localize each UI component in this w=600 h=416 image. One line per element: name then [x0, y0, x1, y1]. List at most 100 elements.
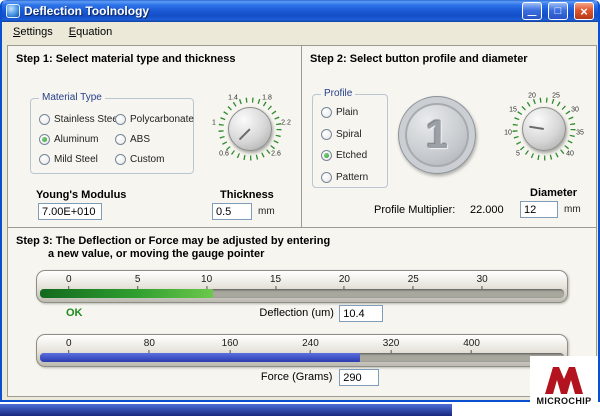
profile-multiplier-label: Profile Multiplier:: [374, 204, 455, 216]
minimize-button[interactable]: —: [522, 2, 542, 20]
force-fill[interactable]: [40, 353, 360, 362]
step3-panel: Step 3: The Deflection or Force may be a…: [7, 227, 597, 397]
thickness-input[interactable]: [212, 203, 252, 220]
knob-scale-label: 25: [552, 93, 560, 100]
profile-title: Profile: [321, 88, 355, 99]
material-option-abs[interactable]: ABS: [115, 134, 191, 145]
app-icon: [6, 4, 20, 18]
menu-settings[interactable]: Settings: [5, 24, 61, 40]
taskbar-sliver[interactable]: [0, 404, 452, 416]
knob-scale-label: 1.4: [228, 95, 238, 102]
profile-option-label: Etched: [336, 150, 367, 161]
knob-scale-label: 10: [504, 130, 512, 137]
diameter-label: Diameter: [530, 187, 577, 199]
radio-icon: [39, 154, 50, 165]
youngs-modulus-input[interactable]: [38, 203, 102, 220]
force-label: Force (Grams): [261, 371, 333, 383]
force-track[interactable]: [40, 353, 564, 362]
knob-scale-label: 15: [509, 107, 517, 114]
thickness-label: Thickness: [220, 189, 274, 201]
knob-scale-label: 20: [528, 93, 536, 100]
titlebar[interactable]: Deflection Toolnology — □ ×: [2, 0, 598, 22]
youngs-modulus-label: Young's Modulus: [36, 189, 126, 201]
step3-heading-line1: Step 3: The Deflection or Force may be a…: [16, 235, 330, 247]
deflection-fill[interactable]: [40, 289, 213, 298]
status-badge: OK: [66, 307, 83, 319]
radio-icon: [115, 154, 126, 165]
radio-icon: [321, 172, 332, 183]
radio-icon: [321, 129, 332, 140]
profile-option-label: Spiral: [336, 129, 362, 140]
microchip-logo: MICROCHIP: [530, 356, 598, 414]
menu-equation[interactable]: Equation: [61, 24, 120, 40]
step2-heading: Step 2: Select button profile and diamet…: [310, 53, 528, 65]
close-button[interactable]: ×: [574, 2, 594, 20]
diameter-unit: mm: [564, 204, 581, 215]
knob-scale-label: 1.8: [262, 95, 272, 102]
material-type-group: Material Type Stainless Steel Polycarbon…: [30, 98, 194, 174]
radio-icon: [39, 114, 50, 125]
step3-heading-line2: a new value, or moving the gauge pointer: [48, 248, 264, 260]
profile-option-spiral[interactable]: Spiral: [321, 129, 383, 140]
knob-scale-label: 1: [212, 120, 216, 127]
deflection-input[interactable]: [339, 305, 383, 322]
diameter-input[interactable]: [520, 201, 558, 218]
thickness-knob[interactable]: 0.6 1 1.4 1.8 2.2 2.6: [212, 92, 288, 166]
material-option-label: Polycarbonate: [130, 114, 194, 125]
force-gauge[interactable]: 0 80 160 240 320 400: [36, 334, 568, 367]
profile-option-pattern[interactable]: Pattern: [321, 172, 383, 183]
material-option-label: Custom: [130, 154, 164, 165]
screen: Deflection Toolnology — □ × Settings Equ…: [0, 0, 600, 416]
material-type-title: Material Type: [39, 92, 105, 103]
radio-icon: [321, 107, 332, 118]
force-input[interactable]: [339, 369, 379, 386]
knob-scale-label: 40: [566, 151, 574, 158]
material-option-label: ABS: [130, 134, 150, 145]
radio-icon: [39, 134, 50, 145]
step2-panel: Step 2: Select button profile and diamet…: [301, 45, 597, 228]
deflection-label: Deflection (um): [259, 307, 334, 319]
material-option-stainless-steel[interactable]: Stainless Steel: [39, 114, 115, 125]
knob-scale-label: 0.6: [219, 151, 229, 158]
force-row: Force (Grams): [36, 370, 568, 388]
material-option-label: Stainless Steel: [54, 114, 120, 125]
diameter-knob[interactable]: 5 10 15 20 25 30 35 40: [506, 92, 582, 166]
material-option-aluminum[interactable]: Aluminum: [39, 134, 115, 145]
radio-icon: [321, 150, 332, 161]
minimize-icon: —: [528, 10, 537, 20]
radio-icon: [115, 114, 126, 125]
profile-option-plain[interactable]: Plain: [321, 107, 383, 118]
step1-heading: Step 1: Select material type and thickne…: [16, 53, 235, 65]
close-icon: ×: [580, 4, 588, 19]
profile-group: Profile Plain Spiral Etched Pattern: [312, 94, 388, 188]
app-window: Deflection Toolnology — □ × Settings Equ…: [0, 0, 600, 402]
knob-scale-label: 35: [576, 130, 584, 137]
deflection-gauge[interactable]: 0 5 10 15 20 25 30: [36, 270, 568, 303]
window-title: Deflection Toolnology: [24, 4, 516, 18]
profile-multiplier-value: 22.000: [470, 204, 504, 216]
profile-option-label: Plain: [336, 107, 358, 118]
knob-scale-label: 2.6: [271, 151, 281, 158]
menubar: Settings Equation: [2, 22, 598, 42]
material-option-custom[interactable]: Custom: [115, 154, 191, 165]
knob-scale-label: 2.2: [281, 120, 291, 127]
profile-option-label: Pattern: [336, 172, 368, 183]
profile-option-etched[interactable]: Etched: [321, 150, 383, 161]
deflection-row: OK Deflection (um): [36, 306, 568, 324]
microchip-m-icon: [544, 365, 584, 395]
material-option-label: Mild Steel: [54, 154, 98, 165]
material-option-polycarbonate[interactable]: Polycarbonate: [115, 114, 191, 125]
radio-icon: [115, 134, 126, 145]
thickness-unit: mm: [258, 206, 275, 217]
material-option-mild-steel[interactable]: Mild Steel: [39, 154, 115, 165]
material-option-label: Aluminum: [54, 134, 98, 145]
microchip-wordmark: MICROCHIP: [536, 396, 591, 406]
maximize-button[interactable]: □: [548, 2, 568, 20]
button-numeral: 1: [426, 113, 448, 158]
maximize-icon: □: [555, 5, 562, 17]
step1-panel: Step 1: Select material type and thickne…: [7, 45, 302, 228]
button-preview: 1: [398, 96, 476, 174]
knob-scale-label: 30: [571, 107, 579, 114]
knob-face: [522, 107, 566, 151]
deflection-track[interactable]: [40, 289, 564, 298]
